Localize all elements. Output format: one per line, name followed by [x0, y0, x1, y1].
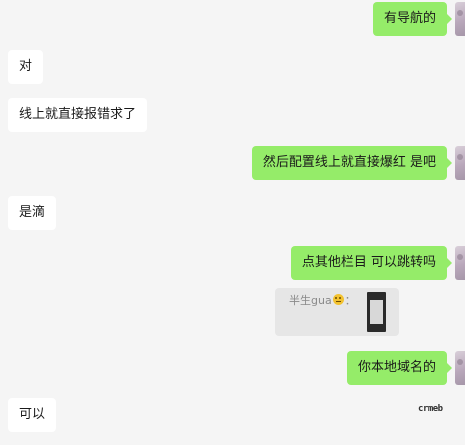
- quoted-image-thumbnail[interactable]: [367, 292, 386, 332]
- message-text: 线上就直接报错求了: [19, 107, 137, 122]
- smile-emoji-icon: [332, 294, 344, 305]
- self-avatar[interactable]: [455, 351, 465, 385]
- quote-text: 半生gua ：: [289, 292, 356, 308]
- message-bubble-other[interactable]: 可以: [8, 398, 57, 432]
- message-bubble-self[interactable]: 你本地域名的: [346, 351, 453, 385]
- quote-colon: ：: [344, 294, 356, 307]
- watermark-logo: crmeb: [418, 404, 443, 414]
- message-bubble-other[interactable]: 线上就直接报错求了: [8, 98, 148, 132]
- message-text: 你本地域名的: [357, 360, 436, 375]
- self-avatar[interactable]: [455, 246, 465, 280]
- message-text: 有导航的: [383, 11, 436, 26]
- self-avatar[interactable]: [455, 146, 465, 180]
- message-text: 点其他栏目 可以跳转吗: [301, 255, 436, 270]
- message-text: 对: [19, 59, 33, 74]
- message-text: 然后配置线上就直接爆红 是吧: [262, 155, 436, 170]
- message-bubble-other[interactable]: 对: [8, 50, 44, 84]
- message-bubble-self[interactable]: 然后配置线上就直接爆红 是吧: [251, 146, 453, 180]
- self-avatar[interactable]: [455, 2, 465, 36]
- quote-author: 半生gua: [289, 294, 332, 307]
- message-text: 是滴: [19, 205, 46, 220]
- message-bubble-self[interactable]: 点其他栏目 可以跳转吗: [290, 246, 453, 280]
- message-bubble-other[interactable]: 是滴: [8, 196, 57, 230]
- message-text: 可以: [19, 407, 46, 422]
- message-bubble-self[interactable]: 有导航的: [372, 2, 453, 36]
